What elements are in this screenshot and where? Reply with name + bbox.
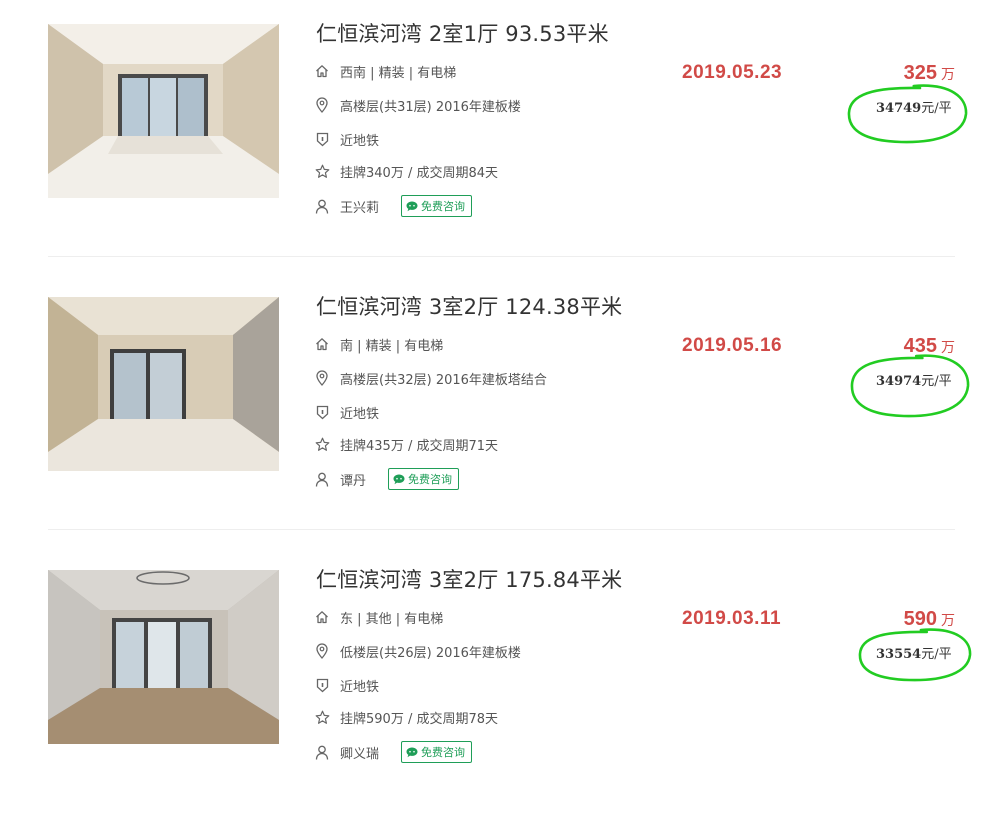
house-info-text: 南 | 精装 | 有电梯 [340, 338, 444, 354]
shield-tag-icon [314, 131, 330, 147]
unit-price: 34974元/平 [876, 370, 952, 389]
tag-row: 近地铁 [314, 675, 379, 695]
total-price: 325 万 [904, 62, 955, 85]
unit-price-value: 34974 [876, 374, 922, 389]
listing-photo[interactable] [48, 570, 279, 744]
unit-price-suffix: 元/平 [921, 101, 952, 116]
deal-info-row: 挂牌590万 / 成交周期78天 [314, 707, 498, 727]
listing-title[interactable]: 仁恒滨河湾 3室2厅 124.38平米 [316, 291, 622, 321]
agent-row: 王兴莉 免费咨询 [314, 195, 473, 217]
deal-info-text: 挂牌340万 / 成交周期84天 [340, 165, 498, 181]
house-info-row: 西南 | 精装 | 有电梯 [314, 61, 456, 81]
location-pin-icon [314, 97, 330, 113]
chat-bubble-icon [393, 474, 405, 485]
star-icon [314, 709, 330, 725]
total-price: 590 万 [904, 608, 955, 631]
listing-item: 仁恒滨河湾 2室1厅 93.53平米西南 | 精装 | 有电梯高楼层(共31层)… [0, 0, 995, 273]
subway-tag: 近地铁 [340, 133, 380, 149]
listing-title[interactable]: 仁恒滨河湾 3室2厅 175.84平米 [316, 564, 622, 594]
listing-photo[interactable] [48, 24, 279, 198]
listing-item: 仁恒滨河湾 3室2厅 175.84平米东 | 其他 | 有电梯低楼层(共26层)… [0, 546, 995, 819]
total-price-value: 325 [903, 62, 937, 84]
location-pin-icon [314, 370, 330, 386]
house-icon [314, 609, 330, 625]
house-icon [314, 336, 330, 352]
agent-row: 卿义瑞 免费咨询 [314, 741, 473, 763]
agent-name[interactable]: 卿义瑞 [340, 743, 379, 762]
listing-title[interactable]: 仁恒滨河湾 2室1厅 93.53平米 [316, 18, 609, 48]
unit-price-suffix: 元/平 [921, 374, 952, 389]
shield-tag-icon [314, 404, 330, 420]
deal-date: 2019.03.11 [682, 608, 782, 629]
deal-date: 2019.05.23 [682, 62, 783, 83]
chat-bubble-icon [406, 201, 418, 212]
house-info-row: 南 | 精装 | 有电梯 [314, 334, 443, 354]
total-price-unit: 万 [941, 340, 955, 356]
subway-tag: 近地铁 [340, 406, 380, 422]
position-info-text: 高楼层(共31层) 2016年建板楼 [340, 99, 521, 115]
listing-photo[interactable] [48, 297, 279, 471]
star-icon [314, 436, 330, 452]
agent-row: 谭丹 免费咨询 [314, 468, 460, 490]
position-info-row: 高楼层(共31层) 2016年建板楼 [314, 95, 521, 115]
person-icon [314, 198, 330, 214]
unit-price-value: 34749 [876, 101, 922, 116]
deal-info-text: 挂牌590万 / 成交周期78天 [340, 711, 498, 727]
house-info-text: 西南 | 精装 | 有电梯 [340, 65, 457, 81]
free-consult-button[interactable]: 免费咨询 [401, 195, 473, 217]
free-consult-button[interactable]: 免费咨询 [388, 468, 460, 490]
listing-divider [48, 256, 955, 257]
deal-info-row: 挂牌435万 / 成交周期71天 [314, 434, 498, 454]
unit-price: 34749元/平 [876, 97, 952, 116]
star-icon [314, 163, 330, 179]
position-info-text: 高楼层(共32层) 2016年建板塔结合 [340, 372, 547, 388]
consult-label: 免费咨询 [408, 473, 453, 486]
agent-name[interactable]: 谭丹 [340, 470, 366, 489]
total-price-unit: 万 [941, 67, 955, 83]
consult-label: 免费咨询 [421, 200, 466, 213]
free-consult-button[interactable]: 免费咨询 [401, 741, 473, 763]
deal-info-text: 挂牌435万 / 成交周期71天 [340, 438, 498, 454]
house-info-text: 东 | 其他 | 有电梯 [340, 611, 444, 627]
position-info-row: 低楼层(共26层) 2016年建板楼 [314, 641, 521, 661]
house-info-row: 东 | 其他 | 有电梯 [314, 607, 443, 627]
total-price: 435 万 [904, 335, 955, 358]
tag-row: 近地铁 [314, 402, 379, 422]
total-price-value: 435 [903, 335, 937, 357]
agent-name[interactable]: 王兴莉 [340, 197, 379, 216]
total-price-value: 590 [903, 608, 937, 630]
unit-price-suffix: 元/平 [921, 647, 952, 662]
position-info-text: 低楼层(共26层) 2016年建板楼 [340, 645, 521, 661]
total-price-unit: 万 [941, 613, 955, 629]
consult-label: 免费咨询 [421, 746, 466, 759]
subway-tag: 近地铁 [340, 679, 380, 695]
listing-divider [48, 529, 955, 530]
house-icon [314, 63, 330, 79]
unit-price-value: 33554 [876, 647, 922, 662]
shield-tag-icon [314, 677, 330, 693]
deal-date: 2019.05.16 [682, 335, 783, 356]
unit-price: 33554元/平 [876, 643, 952, 662]
deal-info-row: 挂牌340万 / 成交周期84天 [314, 161, 498, 181]
chat-bubble-icon [406, 747, 418, 758]
person-icon [314, 744, 330, 760]
tag-row: 近地铁 [314, 129, 379, 149]
position-info-row: 高楼层(共32层) 2016年建板塔结合 [314, 368, 547, 388]
person-icon [314, 471, 330, 487]
location-pin-icon [314, 643, 330, 659]
listing-item: 仁恒滨河湾 3室2厅 124.38平米南 | 精装 | 有电梯高楼层(共32层)… [0, 273, 995, 546]
